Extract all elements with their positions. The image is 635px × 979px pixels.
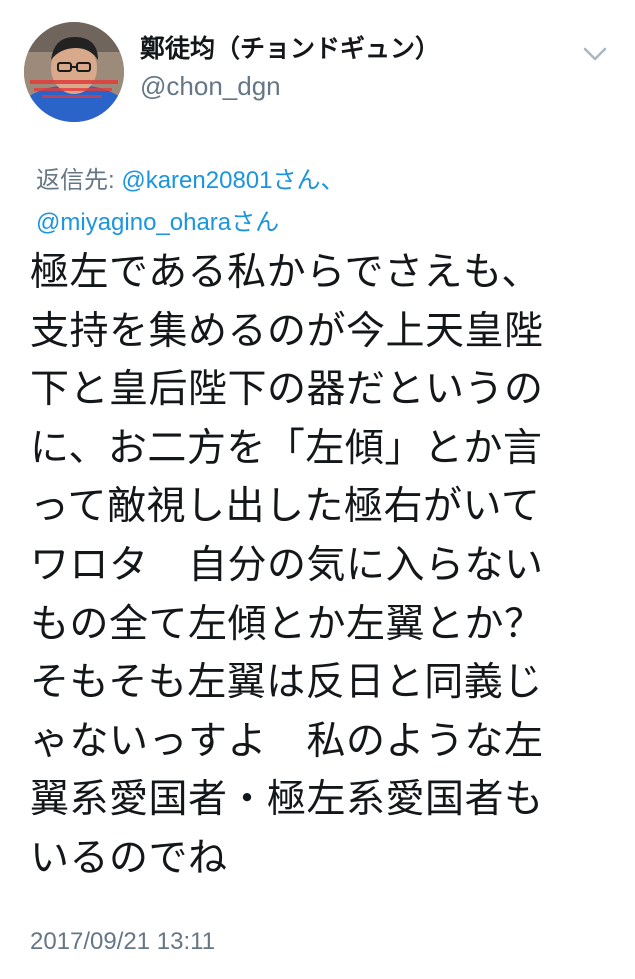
author-display-name[interactable]: 鄭徒均（チョンドギュン）: [140, 33, 440, 65]
tweet-menu-button[interactable]: [578, 40, 612, 70]
chevron-down-icon: [583, 47, 607, 61]
tweet-text-line: 下と皇后陛下の器だというの: [30, 367, 544, 413]
tweet-text-line: に、お二方を「左傾」とか言: [30, 425, 543, 471]
tweet-text-line: って敵視し出した極右がいて: [30, 484, 541, 530]
reply-user-link[interactable]: @miyagino_ohara: [36, 209, 231, 236]
author-names: 鄭徒均（チョンドギュン） @chon_dgn: [140, 33, 440, 103]
reply-prefix: 返信先:: [36, 167, 122, 194]
reply-user-suffix[interactable]: さん、: [272, 167, 344, 194]
tweet-text-line: 極左である私からでさえも、: [30, 250, 541, 295]
tweet-timestamp[interactable]: 2017/09/21 13:11: [30, 925, 215, 959]
tweet-text-line: 支持を集めるのが今上天皇陛: [30, 308, 544, 354]
reply-user-link[interactable]: @karen20801: [121, 167, 272, 194]
tweet-header: 鄭徒均（チョンドギュン） @chon_dgn: [0, 0, 635, 140]
profile-photo: [24, 22, 124, 122]
tweet-card: 鄭徒均（チョンドギュン） @chon_dgn 返信先: @karen20801さ…: [0, 0, 635, 979]
tweet-text: 極左である私からでさえも、 支持を集めるのが今上天皇陛 下と皇后陛下の器だという…: [30, 244, 615, 889]
tweet-text-line: そもそも左翼は反日と同義じ: [30, 660, 543, 706]
reply-user-suffix[interactable]: さん: [231, 209, 279, 236]
tweet-text-line: 翼系愛国者・極左系愛国者も: [30, 777, 544, 823]
author-handle[interactable]: @chon_dgn: [140, 69, 440, 103]
tweet-text-line: もの全て左傾とか左翼とか？: [30, 601, 544, 647]
tweet-text-line: いるのでね: [30, 835, 228, 881]
avatar[interactable]: [24, 22, 124, 122]
tweet-text-line: ゃないっすよ 私のような左: [30, 718, 544, 764]
reply-context: 返信先: @karen20801さん、 @miyagino_oharaさん: [36, 160, 616, 244]
tweet-text-line: ワロタ 自分の気に入らない: [30, 542, 544, 588]
